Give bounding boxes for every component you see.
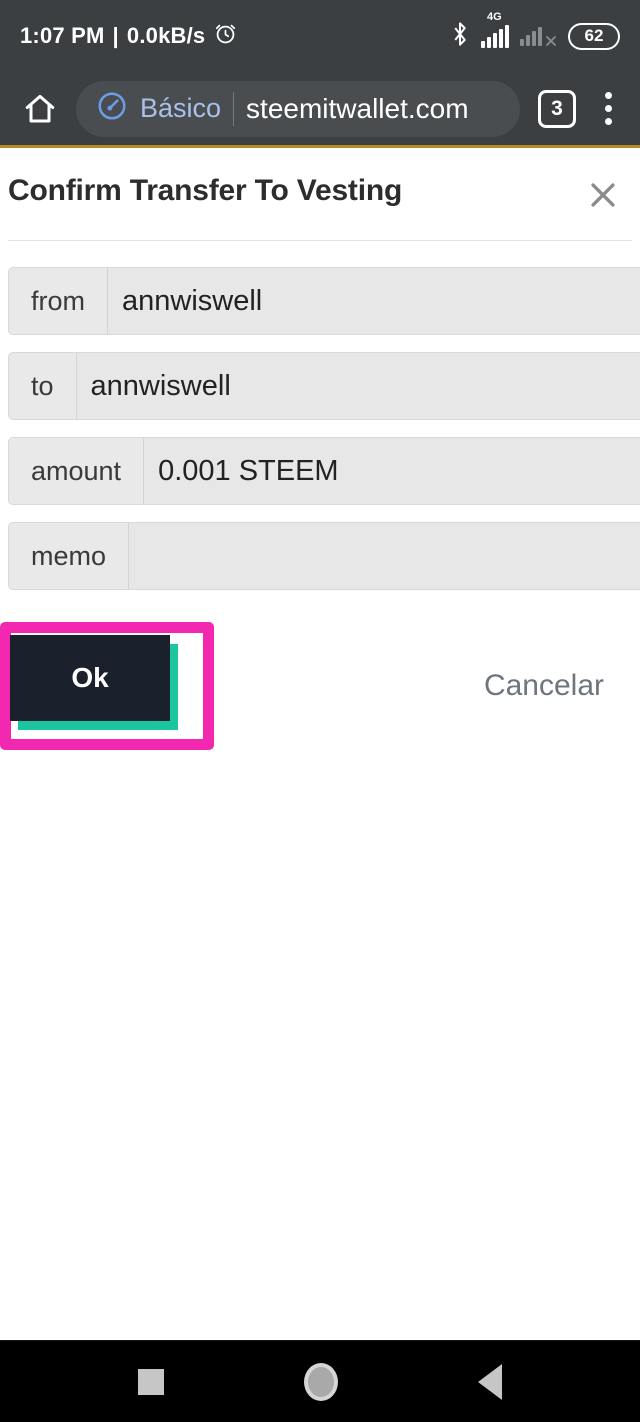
- triangle-back-icon[interactable]: [478, 1363, 502, 1400]
- dialog-actions: Ok Cancelar: [0, 622, 640, 762]
- field-row-memo: memo: [8, 522, 640, 590]
- field-label-from: from: [9, 268, 108, 334]
- browser-toolbar: Básico steemitwallet.com 3: [0, 72, 640, 148]
- field-value-amount: 0.001 STEEM: [144, 438, 640, 504]
- home-icon[interactable]: [18, 87, 62, 131]
- header-divider: [8, 240, 632, 241]
- field-label-to: to: [9, 353, 77, 419]
- circle-home-icon[interactable]: [304, 1362, 338, 1401]
- field-value-to: annwiswell: [76, 353, 640, 419]
- field-label-memo: memo: [9, 523, 130, 589]
- overflow-menu-icon[interactable]: [590, 87, 626, 131]
- status-time: 1:07 PM: [20, 23, 105, 48]
- field-label-amount: amount: [9, 438, 145, 504]
- signal-strength-icon-sim1: 4G: [481, 11, 509, 48]
- tab-count-label: 3: [551, 96, 563, 120]
- url-bar[interactable]: Básico steemitwallet.com: [76, 80, 520, 137]
- status-bar: 1:07 PM | 0.0kB/s 4G 62: [0, 0, 640, 72]
- field-row-from: from annwiswell: [8, 267, 640, 335]
- url-separator: [233, 91, 235, 126]
- android-nav-bar: [0, 1340, 640, 1422]
- status-bar-right: 4G 62: [450, 11, 620, 52]
- bluetooth-icon: [450, 21, 470, 52]
- url-text[interactable]: steemitwallet.com: [246, 93, 500, 125]
- alarm-clock-icon: [213, 21, 238, 52]
- ok-button[interactable]: Ok: [10, 635, 170, 721]
- field-row-amount: amount 0.001 STEEM: [8, 437, 640, 505]
- close-icon[interactable]: [586, 178, 620, 212]
- dialog-header: Confirm Transfer To Vesting: [0, 148, 640, 212]
- page-title: Confirm Transfer To Vesting: [8, 174, 403, 207]
- data-saver-label: Básico: [140, 93, 222, 123]
- tab-switcher-button[interactable]: 3: [538, 89, 576, 128]
- battery-indicator: 62: [568, 22, 620, 50]
- page-content: Confirm Transfer To Vesting from annwisw…: [0, 148, 640, 1341]
- field-value-memo: [129, 523, 640, 589]
- network-type-label: 4G: [487, 10, 502, 23]
- field-value-from: annwiswell: [108, 268, 640, 334]
- speedometer-icon: [96, 90, 128, 127]
- status-network-speed: 0.0kB/s: [126, 23, 206, 48]
- battery-level-label: 62: [584, 26, 604, 45]
- transfer-fields: from annwiswell to annwiswell amount 0.0…: [0, 267, 640, 590]
- status-bar-left: 1:07 PM | 0.0kB/s: [20, 21, 238, 52]
- status-separator: |: [112, 23, 119, 48]
- field-row-to: to annwiswell: [8, 352, 640, 420]
- cancel-button[interactable]: Cancelar: [484, 669, 604, 703]
- signal-strength-icon-sim2: [520, 26, 557, 46]
- square-recents-icon[interactable]: [138, 1368, 164, 1395]
